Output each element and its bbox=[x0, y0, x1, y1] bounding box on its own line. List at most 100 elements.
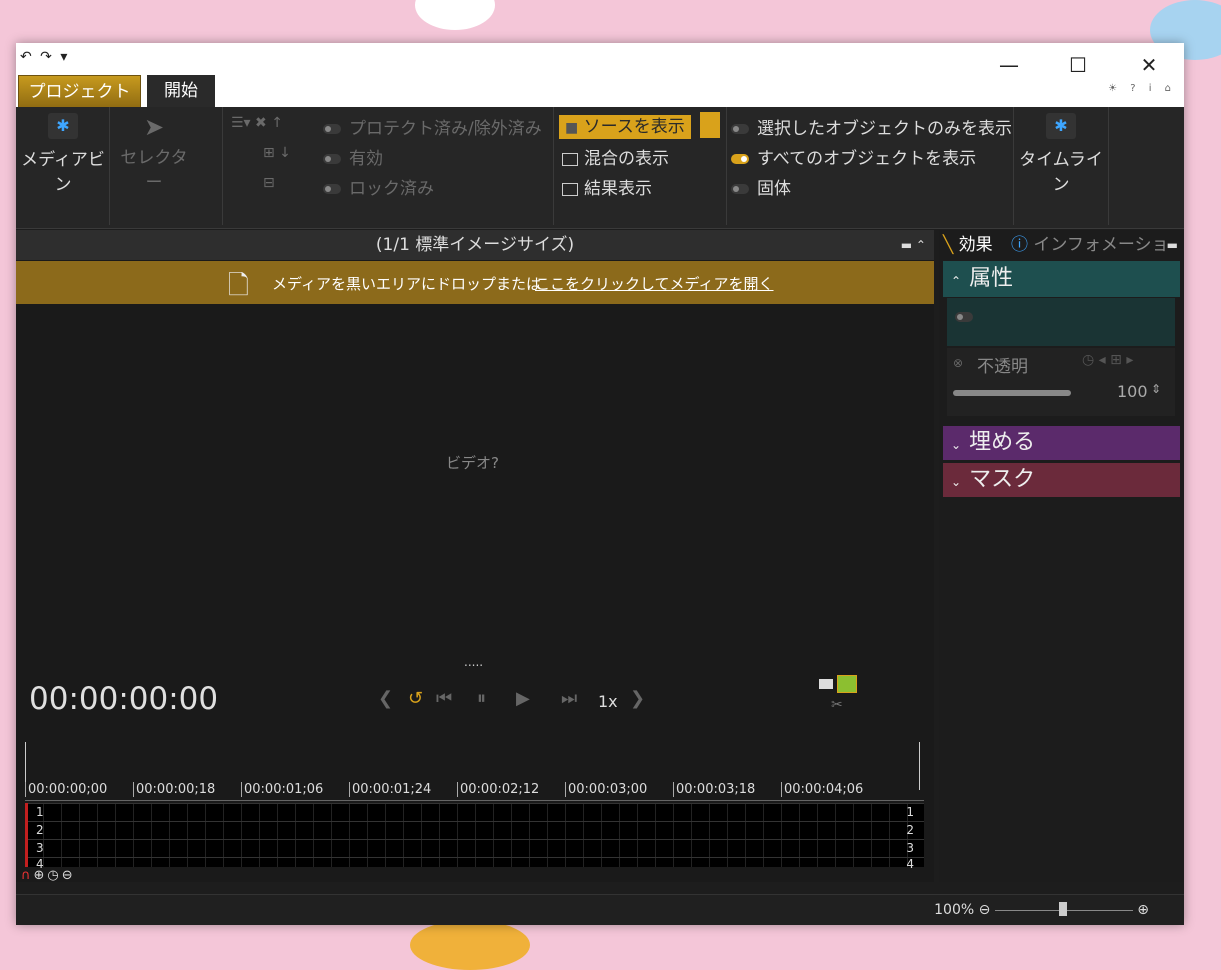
show-result-button[interactable]: 結果表示 bbox=[562, 174, 652, 199]
enabled-label: 有効 bbox=[349, 149, 383, 169]
toggle-icon[interactable] bbox=[955, 312, 973, 322]
media-bin-button[interactable]: ✱ メディアビン bbox=[20, 113, 106, 195]
media-bin-label: メディアビン bbox=[21, 150, 105, 195]
add-icon[interactable]: ⊞ ↓ bbox=[263, 145, 291, 161]
play-icon[interactable]: ▶ bbox=[516, 688, 530, 709]
ruler-tick: 00:00:00;18 bbox=[133, 782, 215, 797]
media-bin-group: ✱ メディアビン bbox=[16, 107, 110, 225]
locked-toggle[interactable]: ロック済み bbox=[323, 174, 434, 199]
media-drop-area[interactable]: 🗋 メディアを黒いエリアにドロップまたは ここをクリックしてメディアを開く bbox=[16, 261, 934, 304]
overlay-toggle-button[interactable] bbox=[700, 112, 720, 138]
toggle-icon bbox=[323, 184, 341, 194]
title-bar: ↶ ↷ ▾ — ☐ ✕ ☀ ? i ⌂ プロジェクト 開始 bbox=[16, 43, 1184, 108]
remove-icon[interactable]: ⊟ bbox=[263, 175, 275, 191]
zoom-control: 100% ⊖ ⊕ bbox=[934, 901, 1149, 918]
locked-label: ロック済み bbox=[349, 179, 434, 199]
tab-project[interactable]: プロジェクト bbox=[18, 75, 141, 108]
show-result-label: 結果表示 bbox=[584, 179, 652, 199]
show-source-label: ソースを表示 bbox=[583, 117, 685, 137]
playback-speed[interactable]: 1x bbox=[598, 692, 618, 711]
timeline-group: ✱ タイムライン bbox=[1014, 107, 1109, 225]
chevron-up-icon: ⌃ bbox=[951, 274, 962, 288]
drop-text: メディアを黒いエリアにドロップまたは bbox=[272, 275, 541, 293]
clock-icon[interactable]: ◷ bbox=[47, 868, 61, 883]
track-label: 3 bbox=[36, 841, 44, 855]
magnet-icon[interactable]: ∩ bbox=[21, 868, 34, 883]
scissors-icon[interactable]: ✂ bbox=[831, 697, 843, 713]
timeline-button[interactable]: ✱ タイムライン bbox=[1016, 113, 1106, 195]
prev-icon[interactable]: ❮ bbox=[378, 688, 393, 709]
playhead[interactable] bbox=[25, 803, 28, 867]
show-selected-only-option[interactable]: 選択したオブジェクトのみを表示 bbox=[731, 114, 1012, 139]
tab-effects[interactable]: ╲ 効果 bbox=[943, 230, 993, 260]
marker-icon[interactable] bbox=[819, 679, 833, 689]
app-window: ↶ ↷ ▾ — ☐ ✕ ☀ ? i ⌂ プロジェクト 開始 ✱ メディアビン ➤… bbox=[16, 43, 1184, 925]
drag-handle[interactable]: ..... bbox=[464, 655, 483, 669]
close-button[interactable]: ✕ bbox=[1129, 53, 1169, 77]
viewer-panel: (1/1 標準イメージサイズ) ▬ ⌃ 🗋 メディアを黒いエリアにドロップまたは… bbox=[16, 230, 934, 883]
zoom-out-icon[interactable]: ⊖ bbox=[979, 902, 991, 918]
track-label-right: 3 bbox=[906, 841, 914, 855]
zoom-in-icon[interactable]: ⊕ bbox=[1137, 902, 1149, 918]
fill-section-header[interactable]: ⌄ 埋める bbox=[943, 426, 1180, 460]
track-label-right: 4 bbox=[906, 857, 914, 871]
wallpaper-shape bbox=[410, 920, 530, 970]
skip-end-icon[interactable]: ⏭ bbox=[561, 688, 577, 709]
monitor-icon: ■ bbox=[565, 120, 579, 136]
loop-icon[interactable]: ↺ bbox=[408, 688, 423, 709]
ruler-tick: 00:00:01;24 bbox=[349, 782, 431, 797]
chevron-down-icon: ⌄ bbox=[951, 438, 962, 452]
selector-group: ➤ セレクター bbox=[110, 107, 223, 225]
zoom-slider[interactable] bbox=[994, 901, 1133, 916]
solid-label: 固体 bbox=[757, 179, 791, 199]
video-placeholder: ビデオ? bbox=[446, 454, 499, 472]
zoom-slider-thumb[interactable] bbox=[1058, 901, 1067, 916]
cursor-icon: ➤ bbox=[143, 113, 165, 141]
panel-controls-icon[interactable]: ▬ ⌃ bbox=[901, 230, 926, 260]
toggle-icon bbox=[323, 154, 341, 164]
panel-maximize-icon[interactable]: ▬ bbox=[1167, 230, 1178, 260]
quick-access-toolbar[interactable]: ↶ ↷ ▾ bbox=[20, 49, 69, 65]
spin-icon[interactable]: ⇕ bbox=[1151, 382, 1161, 396]
pause-icon[interactable]: ⏸ bbox=[477, 688, 486, 709]
protected-toggle[interactable]: プロテクト済み/除外済み bbox=[323, 114, 542, 139]
visibility-group: 選択したオブジェクトのみを表示 すべてのオブジェクトを表示 固体 bbox=[727, 107, 1014, 225]
next-icon[interactable]: ❯ bbox=[630, 688, 645, 709]
help-icons[interactable]: ☀ ? i ⌂ bbox=[1108, 83, 1176, 94]
show-source-button[interactable]: ■ ソースを表示 bbox=[559, 112, 691, 139]
open-media-link[interactable]: ここをクリックしてメディアを開く bbox=[535, 273, 774, 294]
viewer-size-label: (1/1 標準イメージサイズ) bbox=[375, 235, 575, 255]
track-label-right: 1 bbox=[906, 805, 914, 819]
timeline-tools[interactable]: ∩⊕◷⊖ bbox=[21, 868, 76, 883]
show-all-objects-label: すべてのオブジェクトを表示 bbox=[757, 149, 977, 169]
opacity-slider[interactable] bbox=[953, 390, 1071, 396]
opacity-value[interactable]: 100 bbox=[1117, 382, 1148, 401]
maximize-button[interactable]: ☐ bbox=[1058, 53, 1098, 77]
monitor-icon bbox=[562, 182, 578, 196]
marker-color-icon[interactable] bbox=[837, 675, 857, 693]
ruler-tick: 00:00:03;00 bbox=[565, 782, 647, 797]
show-all-objects-option[interactable]: すべてのオブジェクトを表示 bbox=[731, 144, 976, 169]
timeline-label: タイムライン bbox=[1019, 150, 1103, 195]
toggle-icon bbox=[731, 154, 749, 164]
selector-button[interactable]: ➤ セレクター bbox=[114, 113, 194, 193]
solid-option[interactable]: 固体 bbox=[731, 174, 791, 199]
display-group: ■ ソースを表示 混合の表示 結果表示 bbox=[554, 107, 727, 225]
ribbon: ✱ メディアビン ➤ セレクター ☰▾ ✖ ↑ ⊞ ↓ ⊟ プロテクト済み/除外… bbox=[16, 107, 1184, 229]
zoom-in-icon[interactable]: ⊕ bbox=[34, 868, 48, 883]
minimize-button[interactable]: — bbox=[989, 53, 1029, 77]
tab-start[interactable]: 開始 bbox=[147, 75, 215, 107]
enabled-toggle[interactable]: 有効 bbox=[323, 144, 383, 169]
status-bar: 100% ⊖ ⊕ bbox=[16, 894, 1184, 925]
viewer-header: (1/1 標準イメージサイズ) ▬ ⌃ bbox=[16, 230, 934, 260]
show-mix-button[interactable]: 混合の表示 bbox=[562, 144, 669, 169]
zoom-out-icon[interactable]: ⊖ bbox=[62, 868, 76, 883]
skip-start-icon[interactable]: ⏮ bbox=[436, 688, 452, 709]
timeline-ruler[interactable]: 00:00:00;00 00:00:00;18 00:00:01;06 00:0… bbox=[25, 778, 924, 801]
timeline-tracks[interactable]: 1 2 3 4 1 2 3 4 bbox=[25, 803, 924, 871]
reset-icon[interactable]: ⊗ bbox=[953, 356, 963, 370]
attributes-section-header[interactable]: ⌃ 属性 bbox=[943, 261, 1180, 297]
list-icon[interactable]: ☰▾ ✖ ↑ bbox=[231, 115, 283, 131]
mask-section-header[interactable]: ⌄ マスク bbox=[943, 463, 1180, 497]
keyframe-icons[interactable]: ◷ ◂ ⊞ ▸ bbox=[1082, 352, 1133, 368]
